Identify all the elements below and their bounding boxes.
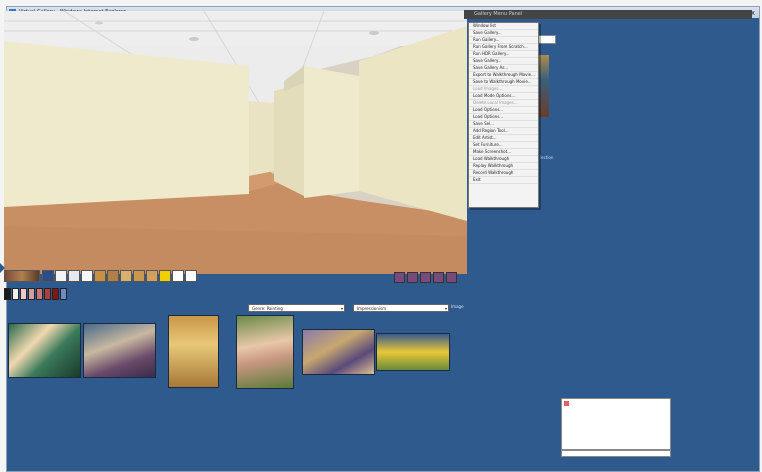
menu-item[interactable]: Record Walkthrough	[469, 170, 538, 177]
color-swatch[interactable]	[52, 288, 59, 300]
door-icon[interactable]	[68, 270, 80, 282]
menu-item[interactable]: Exit	[469, 177, 538, 184]
menu-item[interactable]: Load Images...	[469, 86, 538, 93]
menu-item[interactable]: Save Gallery...	[469, 58, 538, 65]
menu-item[interactable]: Save Gallery As...	[469, 65, 538, 72]
gallery-3d-view[interactable]	[4, 11, 467, 274]
color-swatch[interactable]	[4, 288, 11, 300]
painting-icon[interactable]	[107, 270, 119, 282]
chevron-down-icon: ▾	[444, 306, 447, 311]
floor-plan-icon[interactable]	[42, 270, 54, 282]
menu-item[interactable]: Edit Artist...	[469, 135, 538, 142]
genre-select-value: Genre: Painting	[252, 306, 283, 311]
side-label: lection	[540, 155, 554, 160]
artwork-thumbnail-strip	[4, 313, 454, 393]
menu-item[interactable]: Export to Walkthrough Movie...	[469, 72, 538, 79]
sculpture-icon[interactable]	[120, 270, 132, 282]
menu-item[interactable]: Save to Walkthrough Movie...	[469, 79, 538, 86]
artwork-thumbnail[interactable]	[376, 333, 450, 371]
movement-select-value: Impressionism	[357, 306, 386, 311]
down-icon[interactable]	[446, 272, 457, 283]
back-icon[interactable]	[407, 272, 418, 283]
artwork-thumbnail[interactable]	[236, 315, 294, 389]
statue-left-icon[interactable]	[172, 270, 184, 282]
menu-item[interactable]: Replay Walkthrough	[469, 163, 538, 170]
menu-item[interactable]: Run HDR Gallery...	[469, 51, 538, 58]
artwork-thumbnail[interactable]	[168, 315, 219, 388]
chevron-down-icon: ▾	[340, 306, 343, 311]
up-icon[interactable]	[433, 272, 444, 283]
frame-icon[interactable]	[94, 270, 106, 282]
color-swatch[interactable]	[20, 288, 27, 300]
close-icon[interactable]	[564, 401, 569, 406]
color-swatch[interactable]	[44, 288, 51, 300]
preview-panel	[561, 398, 671, 450]
movement-select[interactable]: Impressionism ▾	[353, 304, 449, 312]
menu-item[interactable]: Load Options...	[469, 107, 538, 114]
home-icon[interactable]	[394, 272, 405, 283]
preview-select[interactable]	[561, 450, 671, 457]
forward-icon[interactable]	[420, 272, 431, 283]
context-menu: Window list Save Gallery... Run Gallery.…	[468, 22, 539, 208]
menu-item[interactable]: Make Screenshot...	[469, 149, 538, 156]
genre-select[interactable]: Genre: Painting ▾	[248, 304, 345, 312]
search-label: Image	[451, 304, 464, 309]
menu-item[interactable]: Window list	[469, 23, 538, 30]
menu-item[interactable]: Save Gallery...	[469, 30, 538, 37]
menu-item[interactable]: Load Options...	[469, 114, 538, 121]
panel-text-input[interactable]	[538, 35, 556, 44]
menu-item[interactable]: Save Sel...	[469, 121, 538, 128]
wall-icon[interactable]	[55, 270, 67, 282]
color-swatch[interactable]	[28, 288, 35, 300]
menu-item[interactable]: Load Mode Options...	[469, 93, 538, 100]
menu-item[interactable]: Set Furniture...	[469, 142, 538, 149]
artwork-thumbnail[interactable]	[83, 323, 156, 378]
sign-icon[interactable]	[159, 270, 171, 282]
menu-item[interactable]: Delete Local Images...	[469, 100, 538, 107]
menu-item[interactable]: Run Gallery From Scratch...	[469, 44, 538, 51]
right-panel-title: Gallery Menu Panel	[464, 10, 752, 19]
lamp-icon[interactable]	[146, 270, 158, 282]
light-icon[interactable]	[81, 270, 93, 282]
statue-right-icon[interactable]	[185, 270, 197, 282]
color-swatch[interactable]	[12, 288, 19, 300]
menu-item[interactable]: Add Region Tool...	[469, 128, 538, 135]
artwork-thumbnail[interactable]	[302, 329, 375, 375]
color-swatch[interactable]	[36, 288, 43, 300]
artwork-thumbnail[interactable]	[8, 323, 81, 378]
lamp-icon[interactable]	[133, 270, 145, 282]
color-swatch[interactable]	[60, 288, 67, 300]
menu-item[interactable]: Run Gallery...	[469, 37, 538, 44]
view-icon[interactable]	[4, 270, 40, 282]
menu-item[interactable]: Load Walkthrough	[469, 156, 538, 163]
